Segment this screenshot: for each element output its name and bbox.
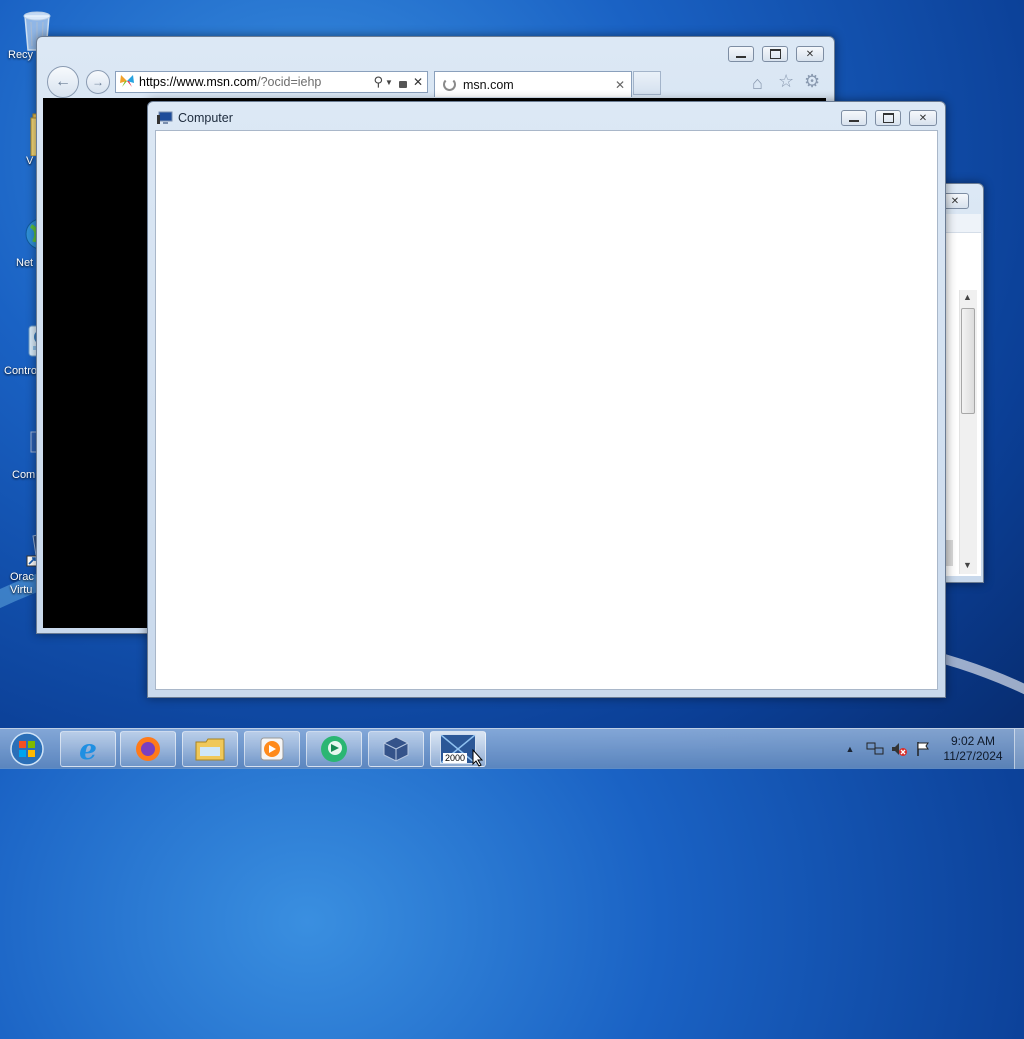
computer-restore-button[interactable]: [875, 110, 901, 126]
home-icon[interactable]: ⌂: [752, 73, 763, 94]
url-prefix: https://www.: [139, 75, 207, 89]
scroll-up-arrow-icon[interactable]: ▲: [963, 292, 972, 302]
chevron-up-icon: ▲: [845, 744, 855, 754]
minimize-icon: [736, 55, 746, 58]
ie-restore-button[interactable]: [762, 46, 788, 62]
show-hidden-icons-button[interactable]: ▲: [842, 729, 858, 769]
internet-explorer-icon: e: [79, 732, 97, 766]
tray-volume[interactable]: [888, 729, 910, 769]
url-host: msn.com: [206, 75, 258, 89]
address-bar[interactable]: https://www. msn.com/?ocid=iehp ⚲ ▼ ✕: [115, 71, 428, 93]
firefox-icon: [136, 737, 160, 761]
ie-minimize-button[interactable]: [728, 46, 754, 62]
back-arrow-icon: ←: [55, 73, 71, 90]
stop-button[interactable]: ✕: [413, 75, 423, 89]
tab-close-button[interactable]: ✕: [615, 78, 625, 92]
forward-arrow-icon: →: [92, 75, 104, 89]
computer-window-icon: [157, 111, 173, 130]
computer-close-button[interactable]: ✕: [909, 110, 937, 126]
flag-icon: [917, 742, 929, 756]
taskbar-firefox[interactable]: [120, 731, 176, 767]
minimize-icon: [849, 119, 859, 122]
settings-gear-icon[interactable]: ⚙: [804, 71, 820, 92]
taskbar: e 2000 ▲ 9:02 AM 11/27/2024: [0, 728, 1024, 769]
green-app-icon: [321, 736, 347, 762]
msn-butterfly-icon: [119, 74, 135, 91]
computer-window-content: [155, 130, 938, 690]
computer-minimize-button[interactable]: [841, 110, 867, 126]
network-icon: [866, 742, 884, 755]
background-window[interactable]: ✕ ▲ ▼: [940, 183, 984, 583]
show-desktop-button[interactable]: [1014, 729, 1024, 769]
tray-action-center[interactable]: [912, 729, 934, 769]
taskbar-virtualbox[interactable]: [368, 731, 424, 767]
forward-button[interactable]: →: [86, 70, 110, 94]
loading-spinner-icon: [443, 78, 456, 91]
close-icon: ✕: [950, 195, 960, 207]
virtualbox-icon: [383, 736, 409, 762]
close-icon: ✕: [805, 48, 815, 60]
taskbar-media-player[interactable]: [244, 731, 300, 767]
tray-network[interactable]: [864, 729, 886, 769]
taskbar-internet-explorer[interactable]: e: [60, 731, 116, 767]
clock-time: 9:02 AM: [950, 734, 996, 748]
windows-orb-icon: [10, 732, 44, 766]
vertical-scrollbar[interactable]: ▲ ▼: [959, 290, 977, 574]
scroll-down-arrow-icon[interactable]: ▼: [963, 560, 972, 570]
app-2000-icon: 2000: [440, 734, 476, 764]
tab-title: msn.com: [463, 77, 514, 92]
close-icon: ✕: [918, 112, 928, 124]
media-player-icon: [260, 737, 284, 761]
browser-tab[interactable]: msn.com ✕: [434, 71, 632, 97]
mouse-cursor-icon: [472, 749, 484, 767]
back-window-header-strip: [941, 214, 981, 233]
restore-icon: [769, 49, 781, 59]
clock[interactable]: 9:02 AM 11/27/2024: [938, 734, 1008, 764]
back-button[interactable]: ←: [47, 66, 79, 98]
back-window-content: ▲ ▼: [941, 214, 981, 576]
clock-date: 11/27/2024: [943, 749, 1003, 763]
taskbar-app-green[interactable]: [306, 731, 362, 767]
lock-icon[interactable]: [398, 80, 407, 88]
taskbar-file-explorer[interactable]: [182, 731, 238, 767]
new-tab-button[interactable]: [633, 71, 661, 95]
computer-window[interactable]: Computer ✕: [147, 101, 946, 698]
scrollbar-thumb[interactable]: [961, 308, 975, 414]
search-icon[interactable]: ⚲: [373, 74, 383, 90]
dropdown-arrow-icon[interactable]: ▼: [385, 78, 393, 87]
start-button[interactable]: [5, 729, 49, 769]
app-2000-badge: 2000: [443, 753, 468, 763]
volume-muted-icon: [892, 743, 907, 756]
favorites-star-icon[interactable]: ☆: [778, 71, 794, 92]
url-path: /?ocid=iehp: [257, 75, 322, 89]
folder-icon: [195, 738, 225, 761]
window-title: Computer: [178, 111, 233, 125]
restore-icon: [882, 113, 894, 123]
ie-close-button[interactable]: ✕: [796, 46, 824, 62]
